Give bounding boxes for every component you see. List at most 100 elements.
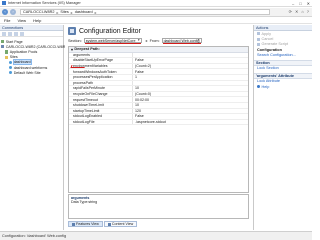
close-icon[interactable]: ✕ [307, 1, 310, 6]
section-label: Section: [68, 38, 82, 43]
globe-icon [9, 65, 13, 70]
property-name: recycleOnFileChange [69, 91, 133, 97]
property-name: disableStartUpErrorPage [69, 58, 133, 63]
title-bar: Internet Information Services (IIS) Mana… [0, 0, 312, 7]
search-configuration-link[interactable]: Search Configuration... [254, 53, 312, 58]
breadcrumb-item[interactable]: Sites [60, 10, 68, 14]
lock-section-link[interactable]: Lock Section [254, 66, 312, 71]
breadcrumb-item[interactable]: CARLOCCI-W8R2 [23, 10, 54, 14]
status-text: Configuration: 'dashboard' Web.config [2, 234, 67, 238]
collapse-icon: ▾ [71, 47, 73, 52]
property-name: requestTimeout [69, 97, 133, 102]
menu-help[interactable]: Help [33, 18, 41, 23]
tree-item-label: Application Pools [9, 49, 38, 54]
script-icon [257, 42, 260, 46]
property-value[interactable]: 10 [133, 103, 248, 107]
app-pool-icon [5, 50, 9, 54]
section-dropdown[interactable]: system.webServer/aspNetCore [83, 37, 142, 45]
tab-content-view[interactable]: Content View [103, 221, 138, 227]
configuration-editor-icon [68, 27, 76, 35]
property-value[interactable]: 1 [133, 75, 248, 79]
action-label: Generate Script [261, 42, 289, 47]
expand-icon[interactable] [20, 31, 24, 36]
help-icon[interactable]: ? [307, 9, 309, 14]
new-connection-icon[interactable] [2, 31, 6, 36]
menu-bar: File View Help [0, 18, 312, 24]
tree-item-label: CARLOCCI-W8R2 (CARLOCCI-W8R2 [5, 44, 68, 49]
action-label: Apply [261, 31, 272, 36]
red-annotation-underline [162, 43, 201, 45]
property-value[interactable]: 00:02:00 [133, 98, 248, 102]
apply-icon [257, 32, 260, 36]
from-dropdown[interactable]: dashboard Web.config [161, 37, 202, 45]
cancel-icon [257, 37, 260, 41]
help-link[interactable]: Help [254, 84, 312, 89]
actions-panel: Actions Apply Cancel Generate Script Con… [253, 25, 312, 230]
breadcrumb: CARLOCCI-W8R2 ▸ Sites ▸ dashboard ▸ [20, 9, 270, 15]
view-tabs: Features View Content View [68, 221, 138, 227]
home-icon[interactable]: ⌂ [301, 9, 303, 14]
property-row[interactable]: environmentVariables (Count=2) [69, 63, 248, 70]
stop-icon[interactable]: ✕ [295, 9, 298, 14]
property-name: arguments [69, 52, 133, 58]
minimize-icon[interactable]: – [292, 1, 294, 6]
refresh-icon[interactable]: ⟳ [289, 9, 292, 14]
address-tools: ⟳ ✕ ⌂ ? [289, 9, 309, 14]
action-label: Help [261, 84, 270, 89]
property-grid: ▾ Deepest Path: arguments disableStartUp… [68, 46, 249, 193]
property-name: forwardWindowsAuthToken [69, 69, 133, 74]
property-value[interactable]: 10 [133, 86, 248, 90]
forward-button[interactable]: › [10, 9, 16, 15]
red-annotation-mark [70, 64, 86, 68]
tab-label: Features View [76, 222, 99, 226]
property-value[interactable]: .\aspnetcore-stdout [133, 120, 248, 124]
refresh-icon[interactable] [14, 31, 18, 36]
property-value[interactable]: False [133, 58, 248, 62]
tree-item-label: Sites [9, 55, 18, 60]
window-title: Internet Information Services (IIS) Mana… [8, 1, 81, 5]
property-value[interactable]: False [133, 70, 248, 74]
section-selector-row: Section: system.webServer/aspNetCore ▸ F… [65, 37, 252, 45]
tree-item-default-web-site[interactable]: Default Web Site [1, 70, 62, 75]
status-bar: Configuration: 'dashboard' Web.config [0, 231, 312, 240]
globe-icon [9, 71, 13, 75]
maximize-icon[interactable]: □ [299, 1, 301, 6]
property-name: stdoutLogEnabled [69, 114, 133, 119]
description-data-type: Data Type:string [71, 200, 98, 204]
server-icon [1, 45, 5, 49]
property-name: shutdownTimeLimit [69, 102, 133, 108]
connections-tree: Start Page CARLOCCI-W8R2 (CARLOCCI-W8R2 … [0, 37, 67, 77]
features-view-icon [72, 222, 75, 226]
property-value[interactable]: (Count=2) [133, 64, 248, 68]
breadcrumb-item[interactable]: dashboard [75, 10, 93, 14]
from-value: dashboard Web.config [163, 38, 200, 43]
tab-features-view[interactable]: Features View [68, 221, 103, 227]
tree-item-label: Default Web Site [13, 70, 41, 75]
iis-app-icon [2, 1, 6, 5]
menu-view[interactable]: View [17, 18, 26, 23]
configuration-editor: Configuration Editor Section: system.web… [65, 25, 252, 230]
address-bar: ‹ › CARLOCCI-W8R2 ▸ Sites ▸ dashboard ▸ … [0, 8, 312, 17]
folder-icon [5, 55, 9, 59]
window-controls: – □ ✕ [292, 1, 310, 6]
property-name: rapidFailsPerMinute [69, 86, 133, 91]
tree-item-server[interactable]: CARLOCCI-W8R2 (CARLOCCI-W8R2 [1, 44, 67, 49]
menu-file[interactable]: File [4, 18, 10, 23]
property-value[interactable]: False [133, 114, 248, 118]
content-view-icon [107, 222, 111, 226]
save-connection-icon[interactable] [8, 31, 12, 36]
action-label: Cancel [261, 37, 274, 42]
property-value[interactable]: 120 [133, 109, 248, 113]
property-row[interactable]: stdoutLogFile .\aspnetcore-stdout [69, 119, 248, 126]
property-name: startupTimeLimit [69, 108, 133, 114]
breadcrumb-separator-icon: ▸ [94, 10, 97, 15]
property-name: processPath [69, 80, 133, 86]
property-group-label: Deepest Path: [74, 47, 100, 52]
help-icon [257, 85, 260, 89]
property-value[interactable]: (Count=0) [133, 92, 248, 96]
tree-item-label: dashboard.webforms [13, 65, 48, 70]
property-description: arguments Data Type:string [68, 194, 249, 219]
connections-panel: Connections Start Page CARLOCCI-W8R2 (CA… [0, 25, 67, 230]
back-button[interactable]: ‹ [2, 9, 8, 15]
from-icon: ▸ [145, 39, 148, 43]
